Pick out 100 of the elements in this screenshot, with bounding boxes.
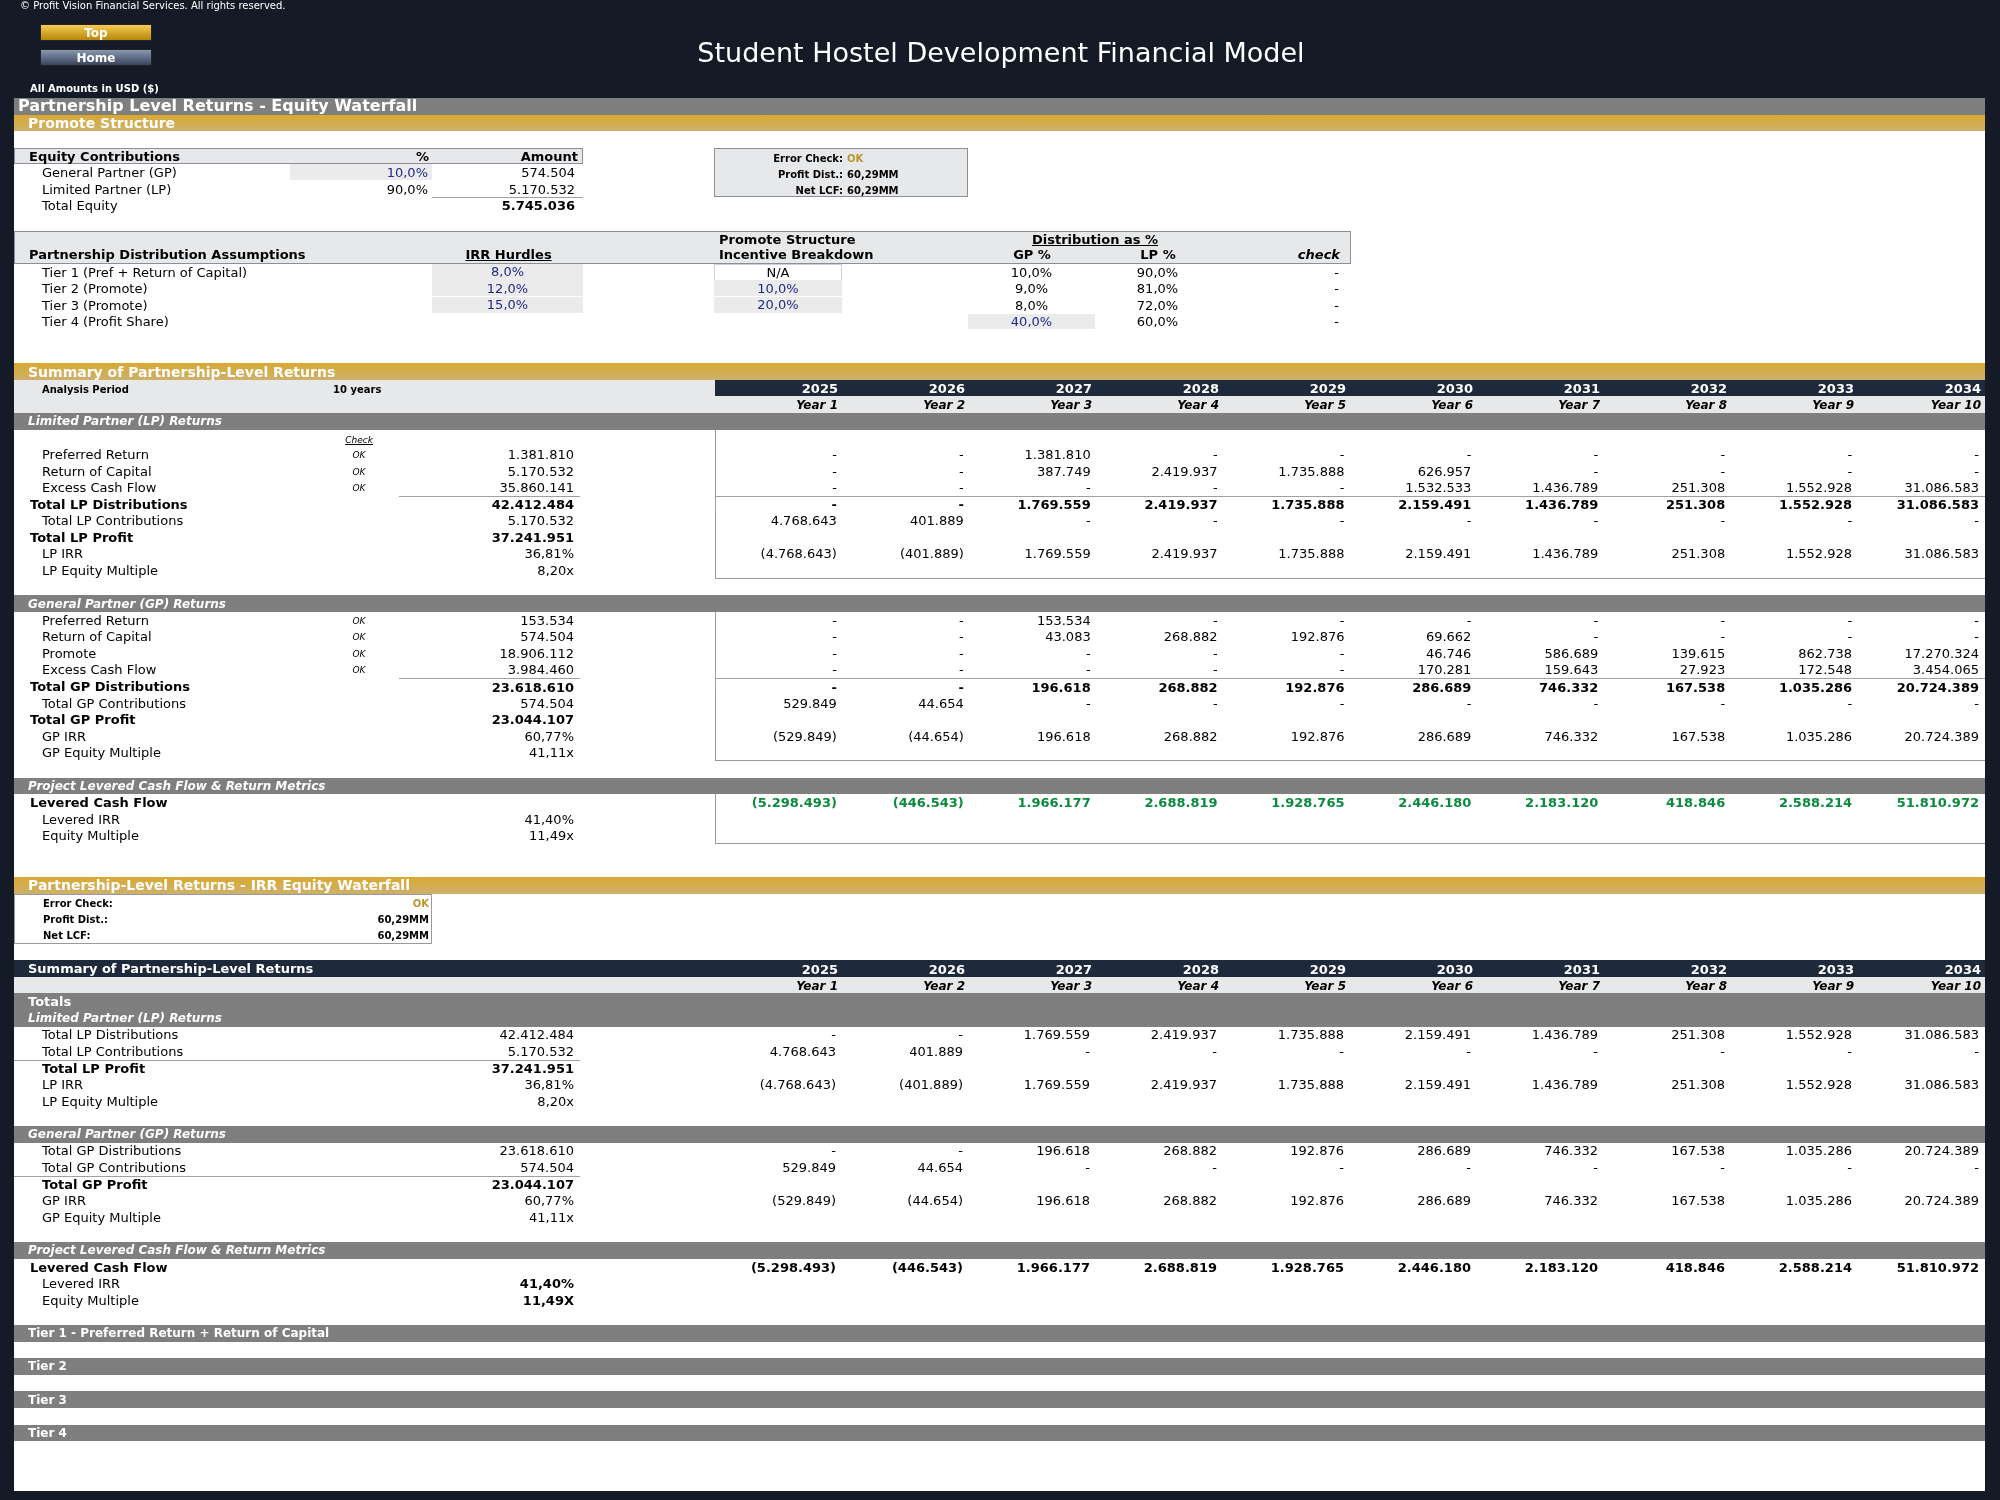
table-cell: 746.332 [1544, 1143, 1598, 1159]
table-cell: - [1974, 1160, 1979, 1176]
table-cell: 1.035.286 [1785, 1193, 1852, 1209]
year-header: 2033 [1817, 961, 1854, 977]
input-cell[interactable]: 10,0% [290, 164, 432, 181]
table-cell: 1.552.928 [1785, 546, 1853, 562]
year-header: 2029 [1309, 961, 1346, 977]
table-cell: - [1339, 446, 1345, 462]
table-cell: - [1847, 1160, 1852, 1176]
table-cell: 20.724.389 [1904, 1143, 1979, 1159]
table-cell: - [1212, 480, 1218, 496]
nav-button[interactable]: Home [40, 49, 152, 66]
table-cell: 1.769.559 [1017, 497, 1091, 513]
table-cell: 159.643 [1544, 662, 1599, 678]
copyright-text: © Profit Vision Financial Services. All rights reserved. [20, 0, 286, 12]
table-cell: 36,81% [524, 1077, 574, 1093]
table-cell: - [1720, 612, 1726, 628]
table-cell: 139.615 [1671, 645, 1726, 661]
table-cell: 1.769.559 [1023, 1027, 1090, 1043]
table-cell: 46.746 [1425, 645, 1472, 661]
row-label: Preferred Return [42, 446, 149, 462]
table-cell: - [1593, 1044, 1598, 1059]
table-cell: (446.543) [891, 1259, 963, 1275]
table-cell: 5.170.532 [507, 463, 574, 479]
year-header: 2030 [1436, 381, 1473, 397]
table-cell: - [1339, 662, 1345, 678]
table-cell: - [1847, 463, 1853, 479]
year-header: 2028 [1182, 381, 1219, 397]
year-label: Year 3 [1050, 978, 1092, 993]
table-cell: 167.538 [1671, 1193, 1725, 1209]
row-label: Total GP Profit [42, 1177, 148, 1193]
table-cell: 1.966.177 [1017, 795, 1091, 811]
table-cell: 626.957 [1417, 463, 1472, 479]
table-cell: 72,0% [1136, 297, 1179, 313]
table-cell: 1.381.810 [1024, 446, 1091, 462]
check-label: Net LCF: [43, 930, 91, 942]
table-cell: 1.769.559 [1023, 1077, 1090, 1093]
table-cell: 2.588.214 [1778, 1259, 1852, 1275]
row-label: Total GP Distributions [42, 1143, 182, 1159]
table-cell: - [1720, 695, 1726, 711]
table-cell: 251.308 [1671, 1077, 1725, 1093]
table-cell: 1.735.888 [1278, 546, 1345, 562]
table-cell: 1.552.928 [1785, 1077, 1852, 1093]
column-header: IRR Hurdles [465, 247, 552, 263]
check-status: OK [352, 449, 366, 460]
table-cell: - [958, 497, 964, 513]
row-label: GP IRR [42, 728, 86, 744]
table-cell: 574.504 [520, 629, 574, 645]
table-cell: 35.860.141 [499, 480, 574, 496]
table-cell: 196.618 [1031, 679, 1091, 695]
window-title: Student Hostel Development Financial Model [697, 36, 1305, 70]
table-cell: 1.769.559 [1024, 546, 1091, 562]
table-cell: - [1720, 463, 1726, 479]
table-cell: 1.532.533 [1405, 480, 1472, 496]
table-cell: - [959, 463, 964, 479]
table-cell: 18.906.112 [499, 645, 574, 661]
table-cell: 1.552.928 [1785, 1027, 1852, 1043]
section-header: Limited Partner (LP) Returns [14, 1010, 1985, 1027]
table-cell: 2.159.491 [1405, 546, 1472, 562]
column-header: Amount [520, 148, 578, 164]
table-cell: 23.618.610 [491, 679, 574, 695]
table-cell: - [832, 662, 837, 678]
table-cell: 5.745.036 [501, 198, 575, 214]
table-cell: - [1334, 281, 1339, 297]
table-cell-text: 10,0% [1009, 263, 1054, 281]
table-cell: - [1847, 513, 1853, 529]
row-label: LP IRR [42, 1077, 84, 1093]
input-cell[interactable]: 40,0% [968, 313, 1095, 331]
page-title-bar: Partnership Level Returns - Equity Waterfall [14, 98, 1985, 115]
table-cell: 60,0% [1136, 314, 1179, 330]
input-cell[interactable]: 10,0% [714, 280, 842, 297]
row-label: Excess Cash Flow [42, 662, 157, 678]
check-status: OK [352, 632, 366, 643]
table-cell: 1.552.928 [1785, 480, 1853, 496]
table-cell: 23.044.107 [491, 712, 574, 728]
table-cell: 196.618 [1036, 1143, 1090, 1159]
table-cell: (446.543) [892, 795, 964, 811]
table-cell: 746.332 [1544, 1193, 1598, 1209]
table-cell: - [1593, 1160, 1598, 1176]
table-cell: - [832, 446, 837, 462]
year-label: Year 5 [1304, 978, 1346, 993]
table-cell: 2.688.819 [1143, 1259, 1217, 1275]
table-cell: 4.768.643 [769, 1044, 836, 1059]
table-cell: 153.534 [520, 612, 574, 628]
row-label: Levered IRR [42, 1276, 121, 1292]
table-cell: 31.086.583 [1904, 1027, 1979, 1043]
table-cell: 2.159.491 [1404, 1077, 1471, 1093]
input-cell[interactable]: 12,0% [432, 280, 583, 297]
table-cell: 268.882 [1158, 679, 1218, 695]
section-header: General Partner (GP) Returns [14, 1126, 1985, 1143]
section-header: General Partner (GP) Returns [14, 595, 1985, 612]
table-cell: 31.086.583 [1904, 480, 1979, 496]
table-cell: - [1974, 513, 1979, 529]
table-cell: - [1720, 513, 1726, 529]
table-cell: - [1974, 1044, 1979, 1059]
table-cell: - [1212, 612, 1218, 628]
table-cell: 90,0% [1136, 264, 1179, 280]
table-cell: 2.419.937 [1151, 546, 1218, 562]
table-cell: - [1466, 695, 1472, 711]
table-cell: 167.538 [1671, 1143, 1725, 1159]
